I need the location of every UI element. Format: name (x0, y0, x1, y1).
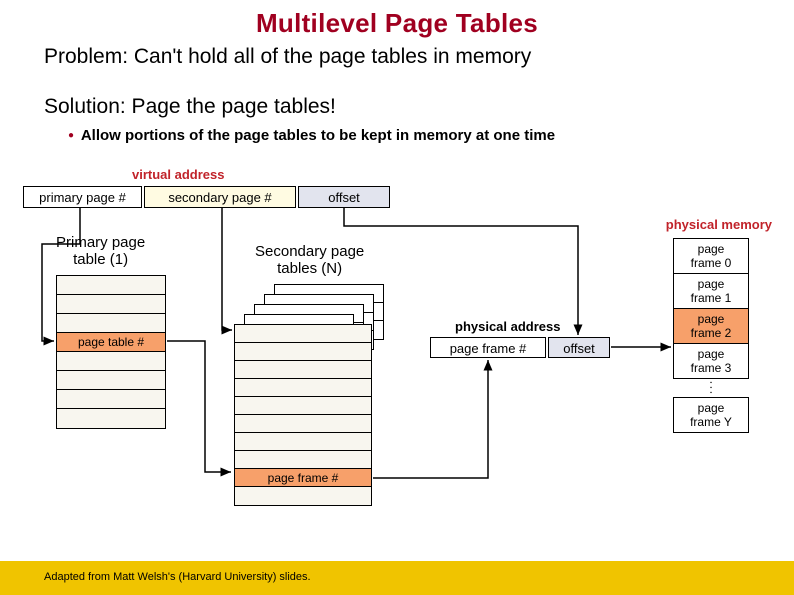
pa-offset-cell: offset (548, 337, 610, 358)
bullet-text: Allow portions of the page tables to be … (68, 127, 794, 144)
va-secondary-cell: secondary page # (144, 186, 296, 208)
physical-address-label: physical address (455, 319, 561, 334)
slide-title: Multilevel Page Tables (0, 0, 794, 39)
physical-memory-column: page frame 0page frame 1page frame 2page… (673, 238, 749, 433)
physical-memory-label: physical memory (666, 217, 772, 232)
secondary-page-tables-stack: page frame # (234, 284, 384, 502)
pa-frame-cell: page frame # (430, 337, 546, 358)
secondary-page-table-front: page frame # (234, 324, 372, 506)
secondary-tables-label: Secondary page tables (N) (255, 243, 364, 277)
solution-text: Solution: Page the page tables! (44, 95, 794, 119)
problem-text: Problem: Can't hold all of the page tabl… (44, 45, 794, 69)
primary-page-table: page table # (56, 275, 166, 429)
va-offset-cell: offset (298, 186, 390, 208)
va-primary-cell: primary page # (23, 186, 142, 208)
footer-text: Adapted from Matt Welsh's (Harvard Unive… (44, 571, 311, 583)
virtual-address-label: virtual address (132, 167, 225, 182)
primary-table-label: Primary page table (1) (56, 234, 145, 268)
footer-bar: Adapted from Matt Welsh's (Harvard Unive… (0, 561, 794, 595)
